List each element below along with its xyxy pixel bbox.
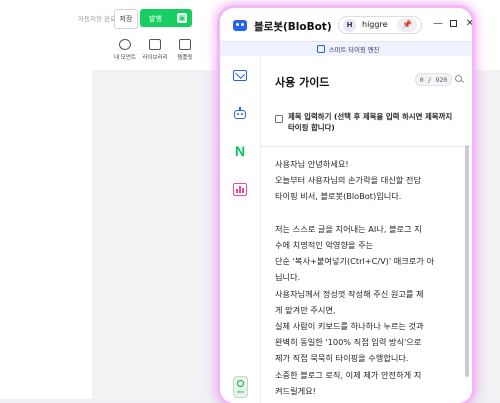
- title-checkbox-label: 제목 입력하기 (선택 후 제목을 입력 하시면 제목까지 타이핑 합니다): [288, 112, 453, 132]
- editor-canvas[interactable]: [0, 70, 92, 399]
- guide-content: 사용 가이드 0 / 920 제목 입력하기 (선택 후 제목을 입력 하시면 …: [261, 56, 472, 403]
- panel-header: 블로봇(BloBot) H higgre 📌 — ✕: [220, 8, 472, 41]
- body-line: 타이핑 비서, 블로봇(BloBot)입니다.: [275, 191, 402, 202]
- robot-eye-left: [237, 113, 239, 115]
- divider: [261, 146, 472, 147]
- minimize-button[interactable]: —: [432, 18, 444, 30]
- dtex-badge[interactable]: dtex: [233, 376, 248, 398]
- pin-icon[interactable]: 📌: [397, 18, 417, 32]
- body-line: 오늘부터 사용자님의 손가락을 대신할 전담: [275, 175, 421, 186]
- body-line: [275, 205, 463, 221]
- scrollbar[interactable]: [465, 145, 469, 377]
- robot-eye-right: [241, 113, 243, 115]
- toolbar-moment-label: 내 모먼트: [114, 55, 136, 61]
- maximize-button[interactable]: [448, 18, 460, 30]
- toolbar-template-label: 템플릿: [177, 55, 193, 61]
- chart-bar-1: [236, 189, 238, 193]
- toolbar-library[interactable]: 라이브러리: [140, 39, 170, 61]
- template-icon: [179, 39, 191, 50]
- editor-gutter: [92, 70, 222, 399]
- title-checkbox[interactable]: [275, 115, 283, 123]
- naver-icon[interactable]: N: [233, 144, 247, 158]
- user-name: higgre: [362, 20, 388, 29]
- globe-icon: [237, 380, 244, 387]
- publish-label: 발행: [149, 15, 162, 23]
- body-line: 수에 치명적인 악영향을 주는: [275, 240, 374, 250]
- banner-text: 스마트 타이핑 엔진: [329, 47, 380, 54]
- panel-sidebar: N dtex: [220, 56, 261, 403]
- chart-bar-2: [239, 186, 241, 193]
- robot-head: [234, 110, 246, 119]
- guide-title: 사용 가이드: [275, 76, 330, 89]
- body-line: 닙니다.: [275, 272, 301, 283]
- guide-body-text[interactable]: 사용자님 안녕하세요! 오늘부터 사용자님의 손가락을 대신할 전담타이핑 비서,…: [275, 156, 463, 399]
- body-line: 완벽히 동일한 '100% 직접 입력 방식'으로: [275, 337, 422, 348]
- robot-icon[interactable]: [233, 107, 247, 121]
- dtex-label: dtex: [236, 390, 245, 394]
- app-title: 블로봇(BloBot): [254, 21, 332, 33]
- publish-button[interactable]: 발행 ▣: [140, 9, 192, 27]
- body-line: 저는 스스로 글을 지어내는 AI나, 블로그 지: [275, 223, 422, 234]
- save-button[interactable]: 저장: [114, 9, 138, 29]
- body-line: 게 맡겨만 주시면,: [275, 304, 336, 315]
- char-counter: 0 / 920: [415, 73, 452, 86]
- body-line: 단순 '복사+붙여넣기(Ctrl+C/V)' 매크로가 아: [275, 256, 434, 267]
- search-icon[interactable]: [455, 75, 462, 82]
- library-icon: [149, 39, 161, 50]
- moment-icon: [119, 39, 131, 50]
- mail-icon[interactable]: [233, 70, 247, 81]
- body-line: 제가 직접 묵묵히 타이핑을 수행합니다.: [275, 353, 409, 364]
- body-line: 실제 사람이 키보드를 하나하나 누르는 것과: [275, 321, 424, 332]
- blobot-logo-icon: [233, 20, 247, 31]
- publish-settings-icon: ▣: [177, 13, 187, 23]
- editor-right-gutter: [470, 70, 500, 399]
- body-line: 사용자님 안녕하세요!: [275, 159, 349, 169]
- chart-bar-3: [242, 188, 244, 193]
- body-line: 소중한 블로그 로직, 이제 제가 안전하게 지: [275, 369, 422, 380]
- chart-icon[interactable]: [233, 183, 247, 196]
- body-line: 켜드릴게요!: [275, 385, 316, 396]
- chip-icon: [317, 45, 325, 53]
- blobot-panel: 블로봇(BloBot) H higgre 📌 — ✕ 스마트 타이핑 엔진 N: [220, 8, 472, 403]
- toolbar-moment[interactable]: 내 모먼트: [110, 39, 140, 61]
- toolbar-library-label: 라이브러리: [142, 55, 168, 61]
- user-chip[interactable]: H higgre 📌: [338, 16, 422, 34]
- avatar: H: [343, 19, 356, 32]
- toolbar-template[interactable]: 템플릿: [170, 39, 200, 61]
- body-line: 사용자님께서 정성껏 작성해 주신 원고를 제: [275, 288, 424, 299]
- close-button[interactable]: ✕: [464, 18, 472, 30]
